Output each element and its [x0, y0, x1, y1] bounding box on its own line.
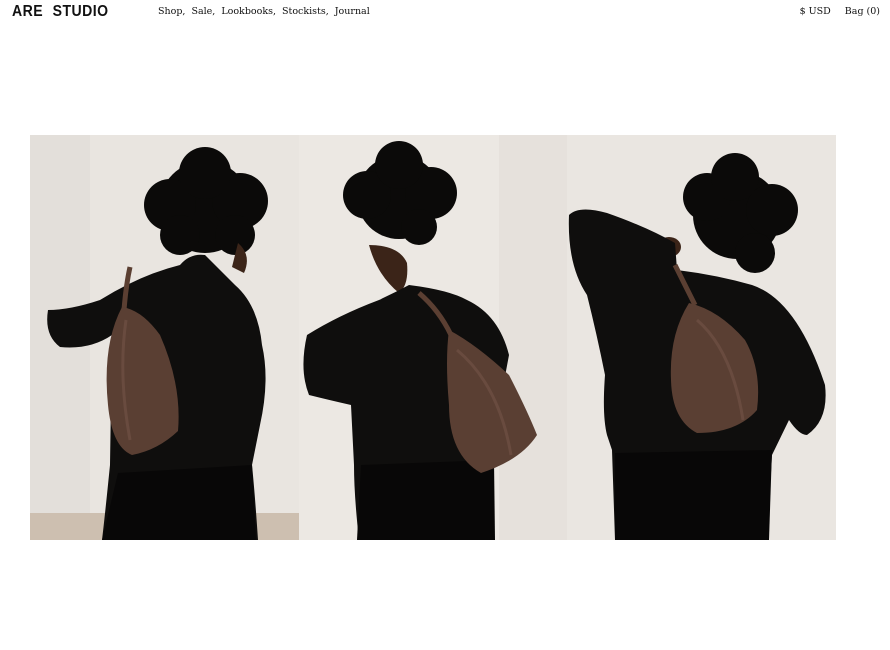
- nav-item-lookbooks[interactable]: Lookbooks,: [221, 6, 276, 17]
- site-header: ARE STUDIO Shop, Sale, Lookbooks, Stocki…: [0, 0, 890, 28]
- currency-selector[interactable]: $ USD: [800, 6, 831, 17]
- utility-nav: $ USD Bag (0): [800, 6, 880, 17]
- bag-link[interactable]: Bag (0): [845, 6, 880, 17]
- brand-logo[interactable]: ARE STUDIO: [12, 3, 109, 21]
- lookbook-photo-back: [30, 135, 299, 540]
- lookbook-photo-arms-raised: [567, 135, 836, 540]
- nav-item-shop[interactable]: Shop,: [158, 6, 185, 17]
- nav-item-stockists[interactable]: Stockists,: [282, 6, 329, 17]
- hero-image: [30, 135, 836, 540]
- nav-item-journal[interactable]: Journal: [335, 6, 370, 17]
- nav-item-sale[interactable]: Sale,: [191, 6, 215, 17]
- main-nav: Shop, Sale, Lookbooks, Stockists, Journa…: [158, 6, 370, 17]
- lookbook-photo-side: [298, 135, 568, 540]
